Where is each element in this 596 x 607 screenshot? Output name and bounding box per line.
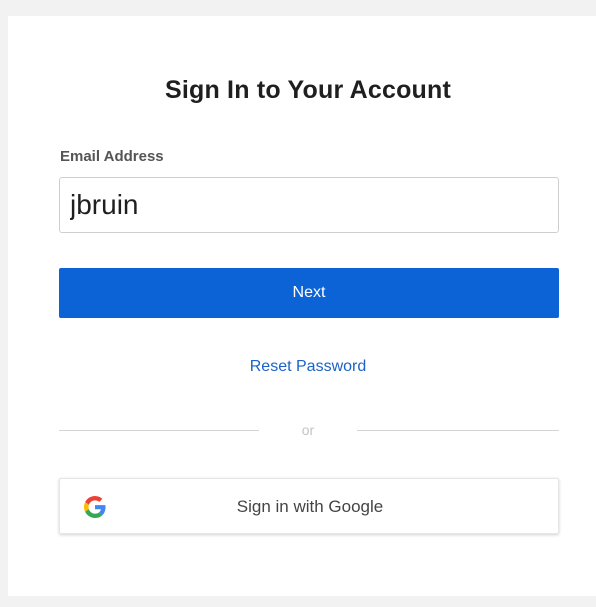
- google-signin-label: Sign in with Google: [236, 497, 384, 516]
- divider-line-left: [59, 430, 259, 431]
- reset-password-link[interactable]: Reset Password: [8, 358, 596, 376]
- page-title: Sign In to Your Account: [164, 76, 452, 104]
- google-signin-button[interactable]: Sign in with Google: [59, 478, 559, 534]
- divider-or-text: or: [301, 422, 315, 438]
- email-field[interactable]: [59, 177, 559, 233]
- next-button[interactable]: Next: [59, 268, 559, 318]
- email-label: Email Address: [60, 148, 164, 165]
- signin-card: Sign In to Your Account Email Address Ne…: [8, 16, 596, 596]
- divider-line-right: [357, 430, 559, 431]
